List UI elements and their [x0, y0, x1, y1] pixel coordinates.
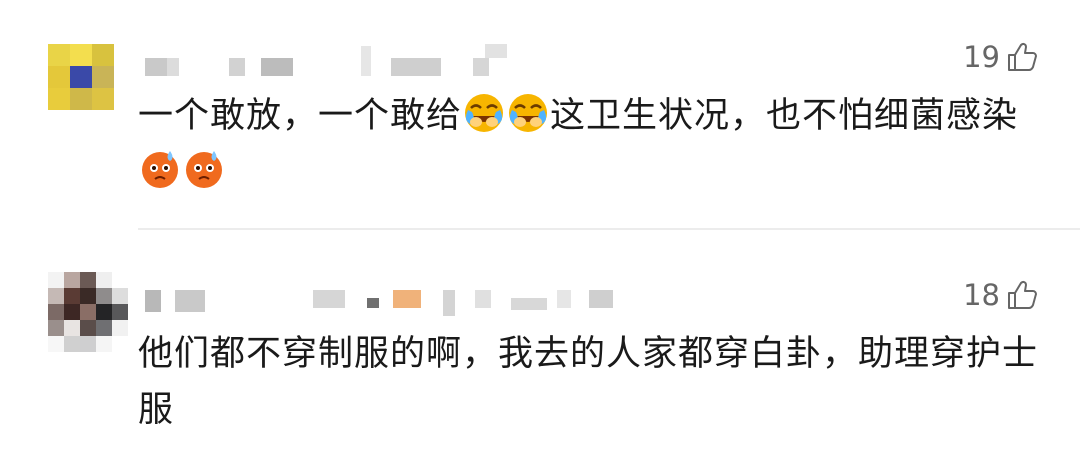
avatar[interactable]: [48, 44, 114, 110]
username[interactable]: [145, 44, 507, 78]
thumbs-up-icon: [1008, 42, 1037, 71]
like-button[interactable]: 19: [963, 40, 1038, 74]
comment-text: 他们都不穿制服的啊，我去的人家都穿白卦，助理穿护士服: [138, 334, 1039, 430]
sweat-emoji: [186, 151, 222, 188]
like-button[interactable]: 18: [963, 278, 1038, 312]
sweat-emoji: [142, 151, 178, 188]
like-count: 19: [963, 40, 1000, 74]
laugh-cry-emoji: [465, 94, 504, 132]
username[interactable]: [145, 290, 615, 316]
like-count: 18: [963, 278, 1000, 312]
comment-item: 19 一个敢放，一个敢给 这卫生状况，也不怕细菌感染: [0, 0, 1080, 228]
avatar[interactable]: [48, 272, 130, 354]
comment-text-part: 一个敢放，一个敢给: [138, 96, 463, 136]
comment-item: 18 他们都不穿制服的啊，我去的人家都穿白卦，助理穿护士服: [0, 230, 1080, 454]
laugh-cry-emoji: [509, 94, 548, 132]
comment-text: 一个敢放，一个敢给 这卫生状况，也不怕细菌感染: [138, 88, 1043, 200]
thumbs-up-icon: [1008, 280, 1037, 309]
comment-text-part: 这卫生状况，也不怕细菌感染: [550, 96, 1019, 136]
